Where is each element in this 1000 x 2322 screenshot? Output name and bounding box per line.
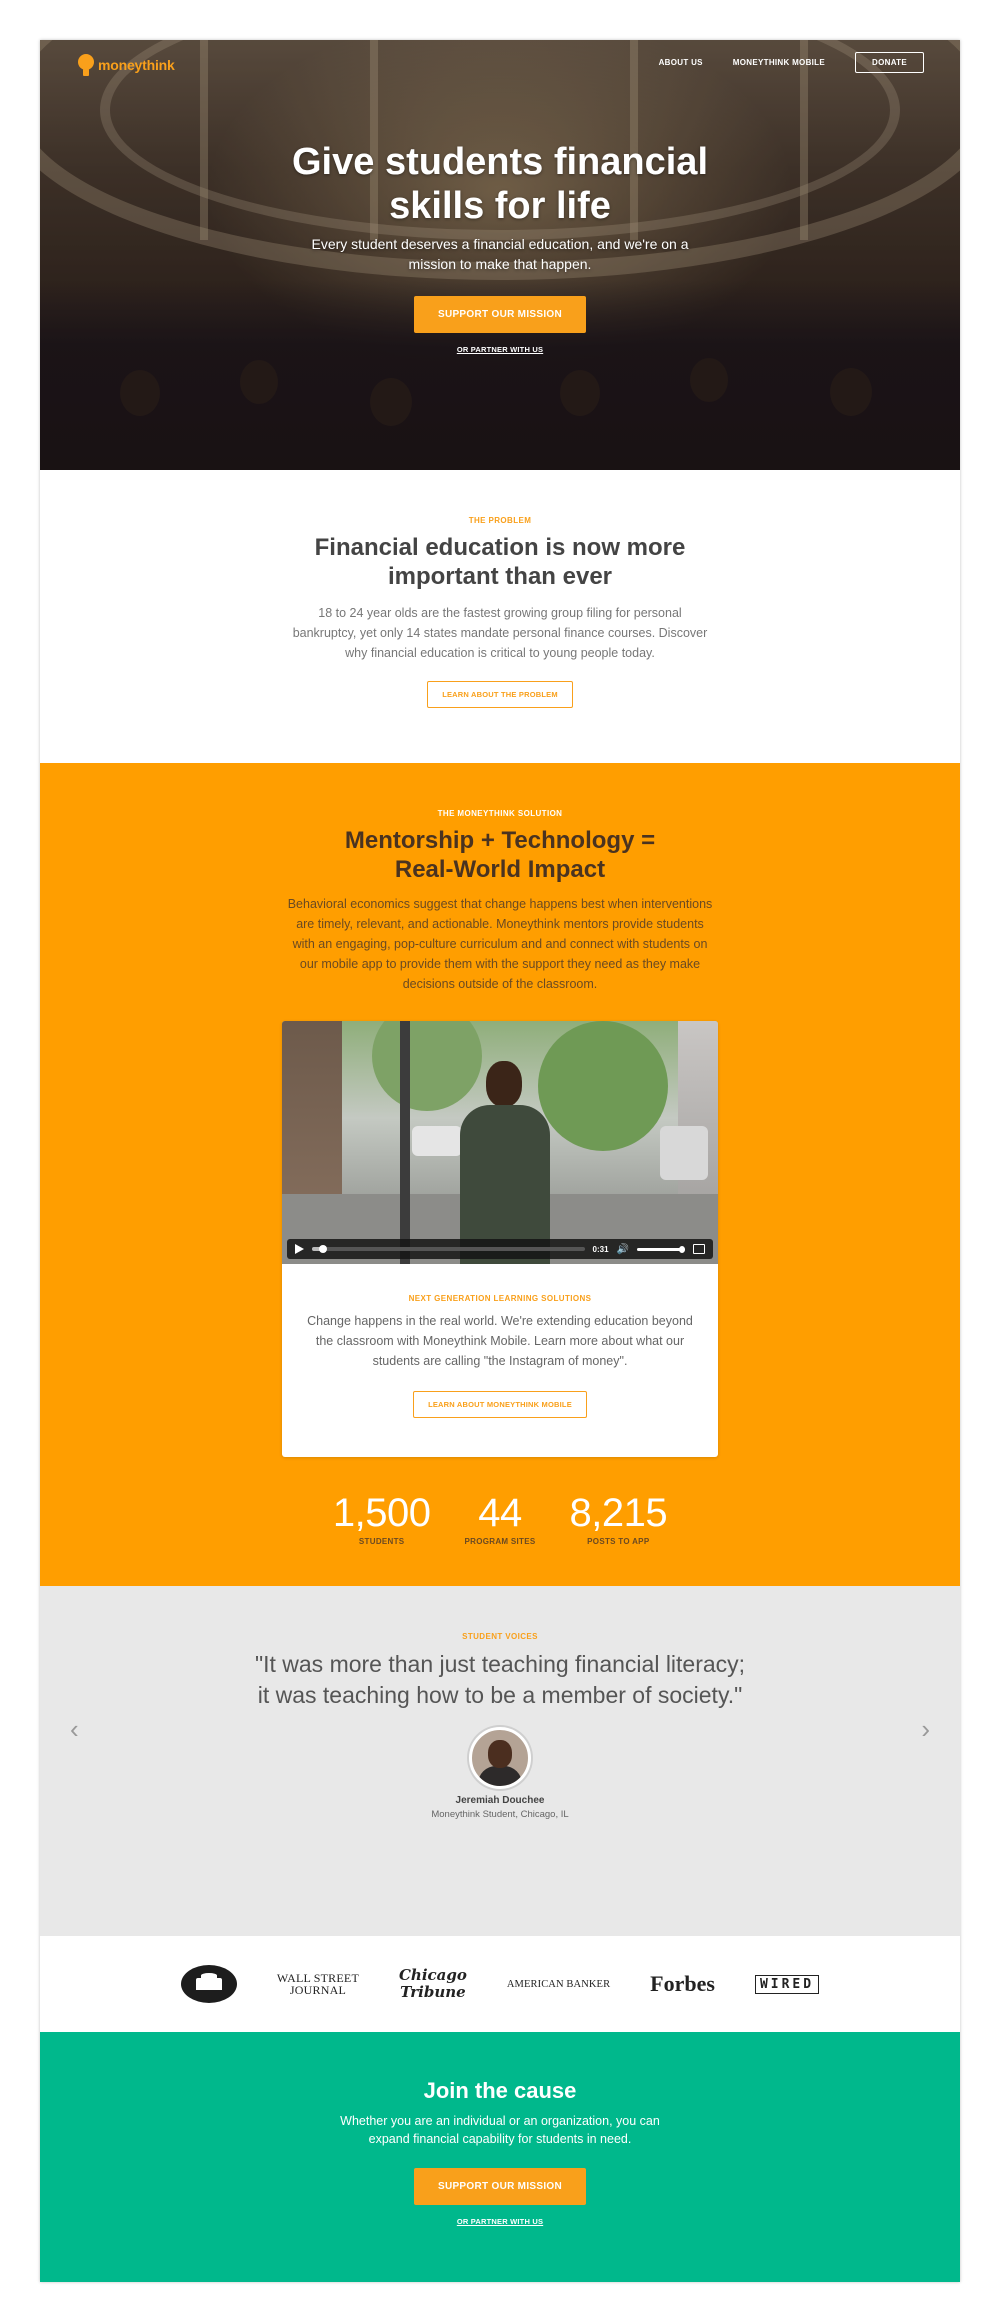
problem-body: 18 to 24 year olds are the fastest growi…: [292, 606, 708, 660]
stat-value: 44: [478, 1491, 522, 1535]
video-progress-bar[interactable]: [312, 1245, 585, 1253]
hero-content: Give students financial skills for life …: [40, 140, 960, 354]
white-house-logo: [180, 1965, 237, 2003]
video-frame-tree: [538, 1021, 668, 1151]
join-partner-link[interactable]: OR PARTNER WITH US: [40, 2217, 960, 2226]
logo[interactable]: moneythink: [78, 54, 175, 76]
student-voices-section: STUDENT VOICES "It was more than just te…: [40, 1586, 960, 1936]
video-frame-car: [412, 1126, 462, 1156]
solution-section: THE MONEYTHINK SOLUTION Mentorship + Tec…: [40, 763, 960, 1586]
learn-problem-button[interactable]: LEARN ABOUT THE PROBLEM: [427, 681, 573, 708]
stat-label: STUDENTS: [358, 1537, 405, 1546]
video-controls: 0:31 🔊: [287, 1239, 713, 1259]
hero-section: moneythink ABOUT US MONEYTHINK MOBILE DO…: [40, 40, 960, 470]
support-mission-button[interactable]: SUPPORT OUR MISSION: [413, 296, 587, 333]
testimonial-role: Moneythink Student, Chicago, IL: [431, 1809, 569, 1820]
hero-subtitle: Every student deserves a financial educa…: [311, 236, 689, 272]
volume-slider[interactable]: [637, 1245, 685, 1253]
play-icon[interactable]: [295, 1244, 304, 1254]
stat-value: 8,215: [569, 1491, 668, 1535]
video-frame-car: [660, 1126, 708, 1180]
donate-button[interactable]: DONATE: [855, 52, 924, 73]
card-body-text: Change happens in the real world. We're …: [307, 1314, 693, 1368]
partner-link[interactable]: OR PARTNER WITH US: [40, 345, 960, 354]
chicago-tribune-line: Chicago: [398, 1966, 467, 1984]
testimonial-name: Jeremiah Douchee: [455, 1795, 545, 1806]
voices-eyebrow: STUDENT VOICES: [462, 1632, 538, 1641]
main-nav: ABOUT US MONEYTHINK MOBILE DONATE: [659, 52, 924, 73]
join-section: Join the cause Whether you are an indivi…: [40, 2032, 960, 2282]
solution-body: Behavioral economics suggest that change…: [287, 897, 713, 991]
american-banker-logo: AMERICAN BANKER: [506, 1978, 611, 1990]
video-player[interactable]: 0:31 🔊: [282, 1021, 718, 1264]
avatar: [469, 1727, 531, 1789]
stat-students: 1,500 STUDENTS: [333, 1491, 431, 1546]
wired-logo: WIRED: [754, 1974, 820, 1994]
nav-moneythink-mobile[interactable]: MONEYTHINK MOBILE: [733, 58, 825, 67]
press-logos: WALL STREET JOURNAL Chicago Tribune AMER…: [40, 1936, 960, 2032]
stat-program-sites: 44 PROGRAM SITES: [464, 1491, 535, 1546]
wsj-logo-line: JOURNAL: [289, 1983, 346, 1997]
video-frame-pole: [400, 1021, 410, 1264]
testimonial-quote: "It was more than just teaching financia…: [254, 1651, 746, 1708]
video-frame-person-head: [486, 1061, 522, 1107]
stat-label: PROGRAM SITES: [464, 1537, 536, 1546]
solution-title: Mentorship + Technology = Real-World Imp…: [344, 827, 656, 883]
white-house-icon: [195, 1973, 222, 1990]
fullscreen-icon[interactable]: [693, 1244, 705, 1254]
video-frame-person: [460, 1061, 550, 1264]
volume-icon[interactable]: 🔊: [617, 1244, 629, 1255]
stats-row: 1,500 STUDENTS 44 PROGRAM SITES 8,215 PO…: [40, 1491, 960, 1546]
chevron-right-icon[interactable]: ›: [921, 1714, 930, 1745]
forbes-logo: Forbes: [650, 1971, 715, 1996]
chicago-tribune-logo: Chicago Tribune: [399, 1967, 467, 2001]
wsj-logo: WALL STREET JOURNAL: [277, 1972, 359, 1996]
stat-posts: 8,215 POSTS TO APP: [570, 1491, 668, 1546]
video-time: 0:31: [592, 1244, 609, 1254]
nav-about-us[interactable]: ABOUT US: [659, 58, 703, 67]
join-title: Join the cause: [423, 2078, 577, 2103]
stat-label: POSTS TO APP: [587, 1537, 650, 1546]
avatar-head: [488, 1740, 512, 1768]
mobile-card: 0:31 🔊 NEXT GENERATION LEARNING SOLUTION…: [282, 1021, 718, 1457]
lightbulb-icon: [78, 54, 94, 76]
join-body: Whether you are an individual or an orga…: [340, 2114, 660, 2146]
problem-eyebrow: THE PROBLEM: [468, 516, 532, 525]
learn-mobile-button[interactable]: LEARN ABOUT MONEYTHINK MOBILE: [413, 1391, 587, 1418]
solution-eyebrow: THE MONEYTHINK SOLUTION: [437, 809, 563, 818]
chevron-left-icon[interactable]: ‹: [70, 1714, 79, 1745]
hero-title: Give students financial skills for life: [292, 141, 708, 227]
stat-value: 1,500: [332, 1491, 431, 1535]
page: moneythink ABOUT US MONEYTHINK MOBILE DO…: [40, 40, 960, 2282]
problem-section: THE PROBLEM Financial education is now m…: [40, 470, 960, 763]
join-support-button[interactable]: SUPPORT OUR MISSION: [413, 2168, 587, 2205]
video-progress-handle[interactable]: [318, 1245, 327, 1253]
card-body: NEXT GENERATION LEARNING SOLUTIONS Chang…: [282, 1264, 718, 1418]
chicago-tribune-line: Tribune: [400, 1983, 466, 2001]
avatar-body: [478, 1766, 522, 1786]
card-eyebrow: NEXT GENERATION LEARNING SOLUTIONS: [408, 1294, 592, 1303]
logo-text: moneythink: [98, 57, 175, 73]
problem-title: Financial education is now more importan…: [314, 534, 686, 590]
